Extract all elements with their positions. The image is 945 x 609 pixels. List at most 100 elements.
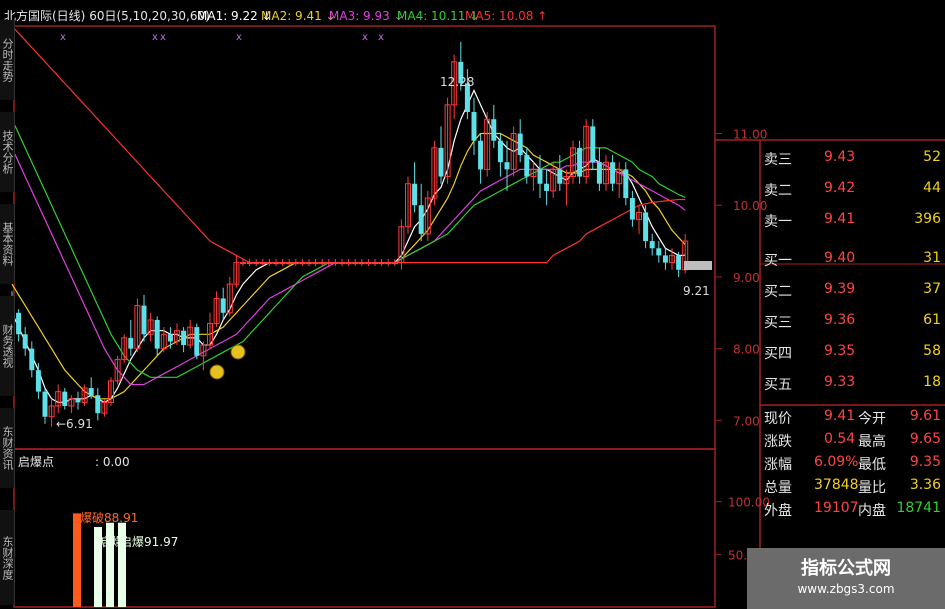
bid-row: 买四 9.35 58 (762, 343, 945, 374)
candle-body (491, 119, 497, 141)
level-volume: 61 (923, 312, 941, 328)
tab-intraday[interactable]: 分时走势 (0, 20, 15, 100)
stat-label: 内盘 (858, 503, 886, 519)
level-name: 买二 (764, 284, 792, 300)
candle-body (656, 248, 662, 256)
signal-mark: x (160, 32, 166, 43)
candle-body (220, 298, 226, 313)
candle-body (610, 162, 616, 184)
candle-body (88, 388, 94, 396)
signal-mark: x (362, 32, 368, 43)
candle-body (35, 370, 41, 392)
candle-body (385, 262, 392, 265)
candle-body (643, 212, 649, 242)
indicator-bars (73, 513, 126, 607)
tab-fundamentals[interactable]: 基本资料 (0, 204, 15, 284)
signal-coin-icon (230, 344, 246, 360)
candle-body (345, 262, 352, 265)
bid-row: 买三 9.36 61 (762, 312, 945, 343)
stat-label: 今开 (858, 411, 886, 427)
level-name: 买五 (764, 377, 792, 393)
y-tick-label: 7.00 (733, 414, 760, 428)
candle-body (478, 140, 484, 170)
level-volume: 18 (923, 374, 941, 390)
candle-body (154, 319, 160, 349)
stat-value: 6.09% (814, 454, 859, 470)
ma-line-ma1 (11, 89, 686, 404)
level-name: 卖三 (764, 152, 792, 168)
candle-body (194, 327, 200, 356)
stat-value: 9.35 (909, 454, 941, 470)
current-price-marker (684, 261, 712, 270)
candle-body (22, 334, 28, 349)
level-price: 9.42 (824, 180, 856, 196)
candle-body (279, 262, 286, 265)
stat-row: 现价 9.41 今开 9.61 (762, 408, 945, 431)
tab-technical[interactable]: 技术分析 (0, 112, 15, 192)
candle-body (412, 183, 418, 206)
candle-body (676, 255, 682, 270)
candle-body (299, 262, 306, 265)
candle-body (62, 391, 68, 406)
candle-body (339, 262, 345, 265)
level-name: 买一 (764, 253, 792, 269)
ma-lines (11, 25, 686, 404)
ma-line-ma4 (11, 118, 686, 378)
tab-depth[interactable]: 东财深度 (0, 510, 15, 605)
candle-body (517, 133, 523, 156)
stat-label: 最高 (858, 434, 886, 450)
level-price: 9.33 (824, 374, 856, 390)
candle-body (42, 391, 48, 417)
y-tick-label: 9.00 (733, 271, 760, 285)
indicator-value: : 0.00 (95, 455, 130, 469)
stat-value: 19107 (814, 500, 859, 516)
level-price: 9.35 (824, 343, 856, 359)
stat-row: 总量 37848 量比 3.36 (762, 477, 945, 500)
signal-mark: x (152, 32, 158, 43)
tab-financials[interactable]: 财务透视 (0, 296, 15, 396)
stat-value: 18741 (896, 500, 941, 516)
candle-body (312, 262, 319, 265)
level-price: 9.41 (824, 211, 856, 227)
tab-news[interactable]: 东财资讯 (0, 408, 15, 488)
candle-body (662, 255, 668, 263)
ma-legend-item: MA3: 9.93 ↓ (329, 9, 404, 23)
stat-value: 9.65 (909, 431, 941, 447)
candle-body (577, 147, 583, 177)
candle-body (319, 262, 326, 265)
candle-body (557, 169, 563, 184)
stat-label: 总量 (764, 480, 792, 496)
stat-value: 3.36 (909, 477, 941, 493)
candle-body (16, 312, 22, 335)
level-price: 9.43 (824, 149, 856, 165)
ma-legend-item: MA5: 10.08 ↑ (465, 9, 547, 23)
ma-line-ma3 (11, 147, 686, 386)
candle-body (181, 330, 187, 346)
watermark-url: www.zbgs3.com (797, 582, 895, 596)
candle-body (352, 262, 359, 265)
candle-body (266, 262, 273, 265)
bar-label-ignite-value: 启爆91.97 (120, 535, 178, 549)
stat-row: 外盘 19107 内盘 18741 (762, 500, 945, 523)
signal-coin-icon (209, 364, 225, 380)
level-name: 卖一 (764, 214, 792, 230)
stat-label: 量比 (858, 480, 886, 496)
level-price: 9.39 (824, 281, 856, 297)
candle-body (167, 334, 173, 342)
candle-body (596, 162, 602, 184)
candle-body (292, 262, 299, 265)
signal-marks: x x x x x x (60, 32, 384, 43)
stat-value: 37848 (814, 477, 859, 493)
candle-body (253, 262, 260, 265)
candle-body (128, 337, 134, 349)
ma-line-ma5 (11, 25, 686, 264)
candle-body (590, 126, 596, 163)
stat-value: 0.54 (824, 431, 856, 447)
stock-title: 北方国际(日线) 60日(5,10,20,30,60) (4, 8, 210, 23)
candle-body (358, 262, 365, 265)
candle-body (306, 262, 312, 265)
level-price: 9.40 (824, 250, 856, 266)
stat-label: 涨幅 (764, 457, 792, 473)
level-name: 卖二 (764, 183, 792, 199)
y-tick-label: 8.00 (733, 343, 760, 357)
